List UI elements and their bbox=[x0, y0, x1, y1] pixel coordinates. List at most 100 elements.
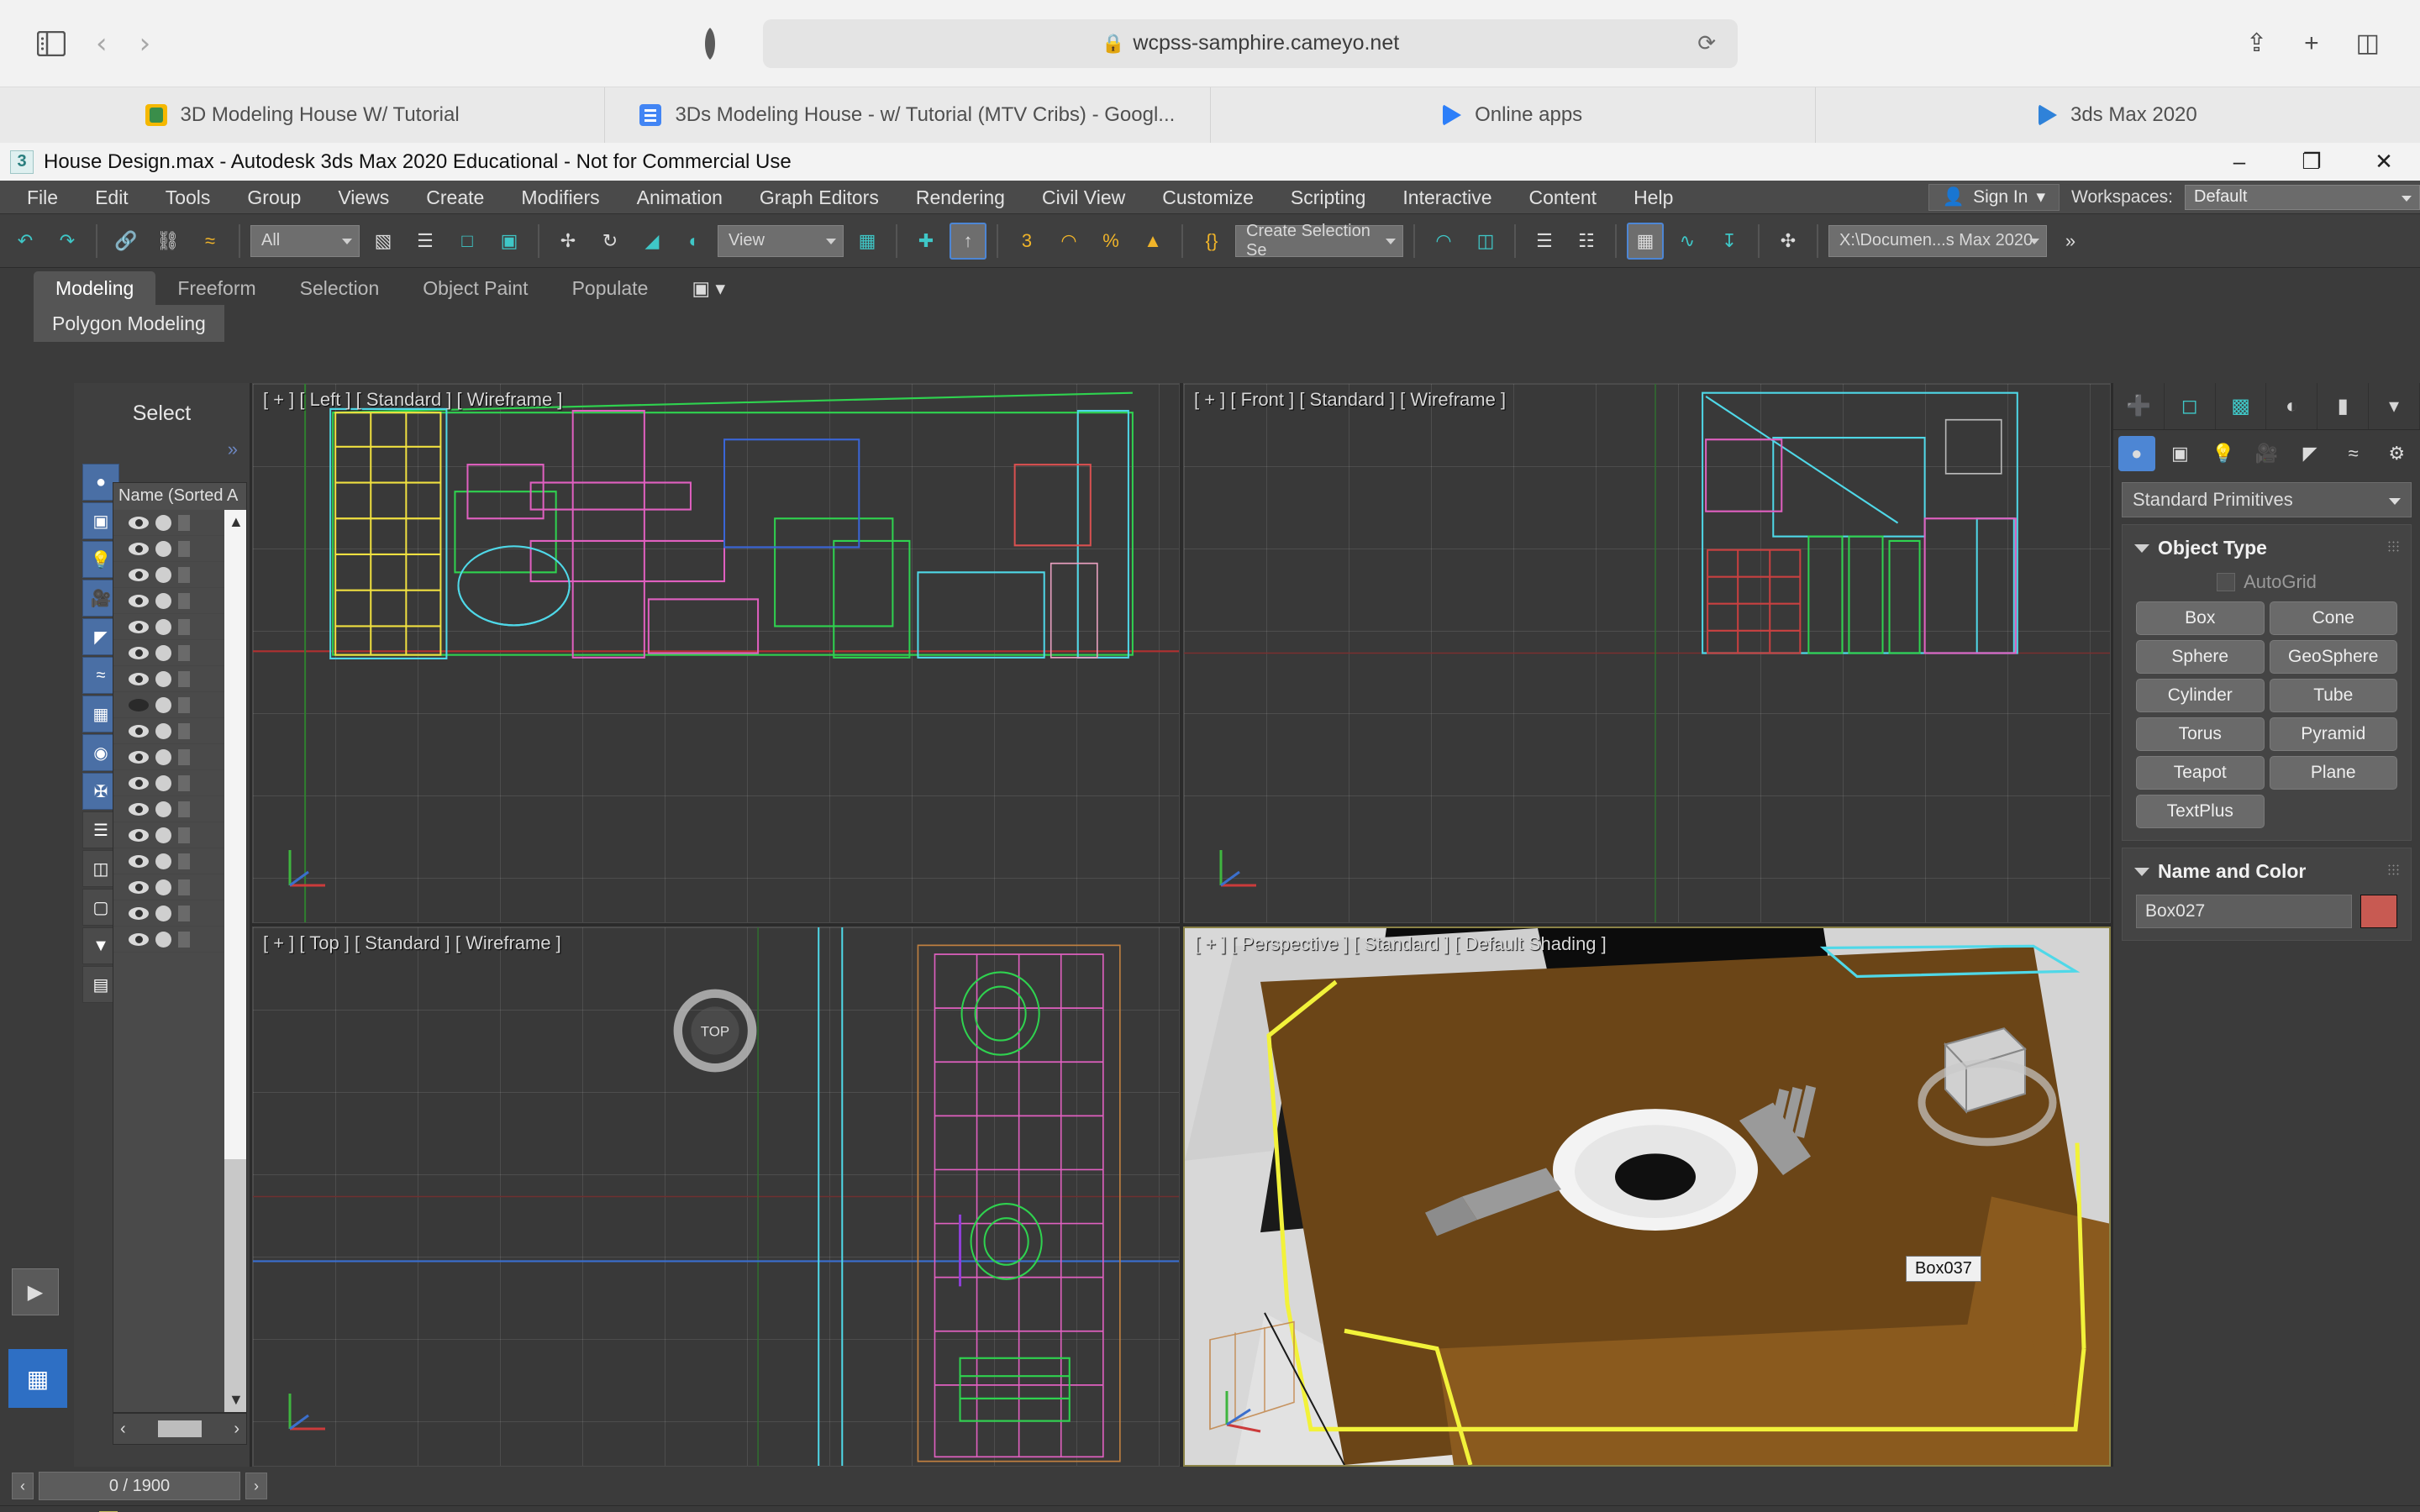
textplus-button[interactable]: TextPlus bbox=[2136, 795, 2265, 828]
hierarchy-tab-icon[interactable]: ▩ bbox=[2216, 383, 2267, 429]
menu-animation[interactable]: Animation bbox=[618, 181, 741, 214]
redo-icon[interactable]: ↷ bbox=[49, 223, 86, 260]
browser-tab-2[interactable]: Online apps bbox=[1211, 87, 1816, 143]
hscroll-thumb[interactable] bbox=[158, 1420, 202, 1437]
menu-help[interactable]: Help bbox=[1615, 181, 1691, 214]
lights-icon[interactable]: 💡 bbox=[2205, 436, 2242, 471]
pyramid-button[interactable]: Pyramid bbox=[2269, 717, 2397, 751]
menu-civil-view[interactable]: Civil View bbox=[1023, 181, 1144, 214]
cameras-icon[interactable]: 🎥 bbox=[2249, 436, 2286, 471]
torus-button[interactable]: Torus bbox=[2136, 717, 2265, 751]
select-object-icon[interactable]: ▧ bbox=[365, 223, 402, 260]
prev-frame-button[interactable]: ‹ bbox=[12, 1473, 34, 1499]
mirror-icon[interactable]: ◠ bbox=[1425, 223, 1462, 260]
scene-explorer-icon[interactable]: ☷ bbox=[1568, 223, 1605, 260]
menu-content[interactable]: Content bbox=[1511, 181, 1616, 214]
rectangular-select-icon[interactable]: □ bbox=[449, 223, 486, 260]
select-place-icon[interactable]: ◐ bbox=[676, 223, 713, 260]
project-folder-select[interactable]: X:\Documen...s Max 2020 bbox=[1828, 224, 2047, 257]
viewport-perspective-label[interactable]: [ + ] [ Perspective ] [ Standard ] [ Def… bbox=[1195, 933, 1607, 955]
maximize-button[interactable]: ❐ bbox=[2275, 143, 2348, 181]
viewport-perspective[interactable]: [ + ] [ Perspective ] [ Standard ] [ Def… bbox=[1183, 927, 2111, 1467]
close-button[interactable]: ✕ bbox=[2348, 143, 2420, 181]
select-link-icon[interactable]: 🔗 bbox=[108, 223, 145, 260]
autogrid-checkbox[interactable] bbox=[2217, 573, 2236, 591]
schematic-view-icon[interactable]: ✣ bbox=[1770, 223, 1807, 260]
plane-button[interactable]: Plane bbox=[2269, 756, 2397, 790]
visibility-eye-icon[interactable] bbox=[129, 854, 149, 868]
unlink-icon[interactable]: ⛓ bbox=[150, 223, 187, 260]
visibility-eye-icon[interactable] bbox=[129, 542, 149, 555]
scene-list-hscroll[interactable]: ‹ › bbox=[113, 1413, 247, 1445]
viewport-top[interactable]: [ + ] [ Top ] [ Standard ] [ Wireframe ]… bbox=[252, 927, 1180, 1467]
browser-tab-0[interactable]: 3D Modeling House W/ Tutorial bbox=[0, 87, 606, 143]
geosphere-button[interactable]: GeoSphere bbox=[2269, 640, 2397, 674]
menu-file[interactable]: File bbox=[8, 181, 76, 214]
visibility-eye-icon[interactable] bbox=[129, 620, 149, 633]
browser-tab-1[interactable]: 3Ds Modeling House - w/ Tutorial (MTV Cr… bbox=[605, 87, 1211, 143]
geometry-icon[interactable]: ● bbox=[2118, 436, 2155, 471]
forward-arrow-icon[interactable]: › bbox=[139, 27, 151, 60]
motion-tab-icon[interactable]: ◐ bbox=[2266, 383, 2318, 429]
visibility-eye-icon[interactable] bbox=[129, 698, 149, 711]
modify-tab-icon[interactable]: ◻ bbox=[2165, 383, 2216, 429]
select-rotate-icon[interactable]: ↻ bbox=[592, 223, 629, 260]
hscroll-next-icon[interactable]: › bbox=[234, 1420, 239, 1439]
window-crossing-icon[interactable]: ▣ bbox=[491, 223, 528, 260]
menu-customize[interactable]: Customize bbox=[1144, 181, 1272, 214]
menu-group[interactable]: Group bbox=[229, 181, 319, 214]
sidebar-toggle-icon[interactable] bbox=[32, 24, 71, 63]
timeline-track-bar[interactable]: ∿ 10020030040050060070080090010001100120… bbox=[0, 1505, 2420, 1512]
reload-icon[interactable]: ⟳ bbox=[1697, 30, 1716, 56]
name-and-color-header[interactable]: Name and Color bbox=[2123, 857, 2411, 886]
menu-edit[interactable]: Edit bbox=[76, 181, 147, 214]
menu-graph-editors[interactable]: Graph Editors bbox=[741, 181, 897, 214]
workspace-select[interactable]: Default bbox=[2185, 184, 2420, 210]
reference-coordinate-select[interactable]: View bbox=[718, 224, 844, 257]
visibility-eye-icon[interactable] bbox=[129, 828, 149, 842]
menu-modifiers[interactable]: Modifiers bbox=[502, 181, 618, 214]
browser-tab-3[interactable]: 3ds Max 2020 bbox=[1816, 87, 2420, 143]
privacy-shield-icon[interactable] bbox=[691, 24, 729, 63]
visibility-eye-icon[interactable] bbox=[129, 646, 149, 659]
viewport-left[interactable]: [ + ] [ Left ] [ Standard ] [ Wireframe … bbox=[252, 383, 1180, 923]
visibility-eye-icon[interactable] bbox=[129, 750, 149, 764]
menu-views[interactable]: Views bbox=[319, 181, 408, 214]
next-frame-button[interactable]: › bbox=[245, 1473, 267, 1499]
minimize-button[interactable]: – bbox=[2203, 143, 2275, 181]
share-icon[interactable]: ⇪ bbox=[2246, 29, 2267, 58]
select-scale-icon[interactable]: ◢ bbox=[634, 223, 671, 260]
edit-named-sets-icon[interactable]: ◠ bbox=[1050, 223, 1087, 260]
visibility-eye-icon[interactable] bbox=[129, 802, 149, 816]
bind-spacewarp-icon[interactable]: ≈ bbox=[192, 223, 229, 260]
viewport-front-label[interactable]: [ + ] [ Front ] [ Standard ] [ Wireframe… bbox=[1194, 389, 1506, 411]
material-editor-icon[interactable]: ▦ bbox=[1627, 222, 1664, 260]
cylinder-button[interactable]: Cylinder bbox=[2136, 679, 2265, 712]
ribbon-tab-freeform[interactable]: Freeform bbox=[155, 271, 277, 305]
ribbon-tab-object-paint[interactable]: Object Paint bbox=[401, 271, 550, 305]
spinner-icon[interactable]: ▲ bbox=[1134, 223, 1171, 260]
use-center-icon[interactable]: ▦ bbox=[849, 223, 886, 260]
scroll-down-icon[interactable]: ▼ bbox=[229, 1391, 244, 1409]
show-tabs-icon[interactable]: ◫ bbox=[2356, 29, 2380, 58]
scrollbar-thumb[interactable] bbox=[224, 510, 246, 1160]
scene-explorer-list[interactable]: Name (Sorted A ▲ ▼ bbox=[113, 482, 247, 1413]
sphere-button[interactable]: Sphere bbox=[2136, 640, 2265, 674]
visibility-eye-icon[interactable] bbox=[129, 516, 149, 529]
primitive-type-select[interactable]: Standard Primitives bbox=[2122, 482, 2412, 517]
helpers-icon[interactable]: ◤ bbox=[2291, 436, 2328, 471]
object-type-header[interactable]: Object Type bbox=[2123, 533, 2411, 563]
ribbon-panel-polygon-modeling[interactable]: Polygon Modeling bbox=[34, 305, 224, 342]
align-icon[interactable]: ◫ bbox=[1467, 223, 1504, 260]
named-selection-icon[interactable]: {} bbox=[1193, 223, 1230, 260]
visibility-eye-icon[interactable] bbox=[129, 932, 149, 946]
visibility-eye-icon[interactable] bbox=[129, 880, 149, 894]
snaps-toggle-icon[interactable]: ✚ bbox=[908, 223, 944, 260]
percent-snap-icon[interactable]: % bbox=[1092, 223, 1129, 260]
scrollbar-track[interactable] bbox=[224, 1159, 246, 1412]
display-tab-icon[interactable]: ▮ bbox=[2317, 383, 2370, 429]
visibility-eye-icon[interactable] bbox=[129, 594, 149, 607]
visibility-eye-icon[interactable] bbox=[129, 568, 149, 581]
viewport-front[interactable]: [ + ] [ Front ] [ Standard ] [ Wireframe… bbox=[1183, 383, 2111, 923]
utilities-tab-icon[interactable]: ▾ bbox=[2369, 383, 2420, 429]
